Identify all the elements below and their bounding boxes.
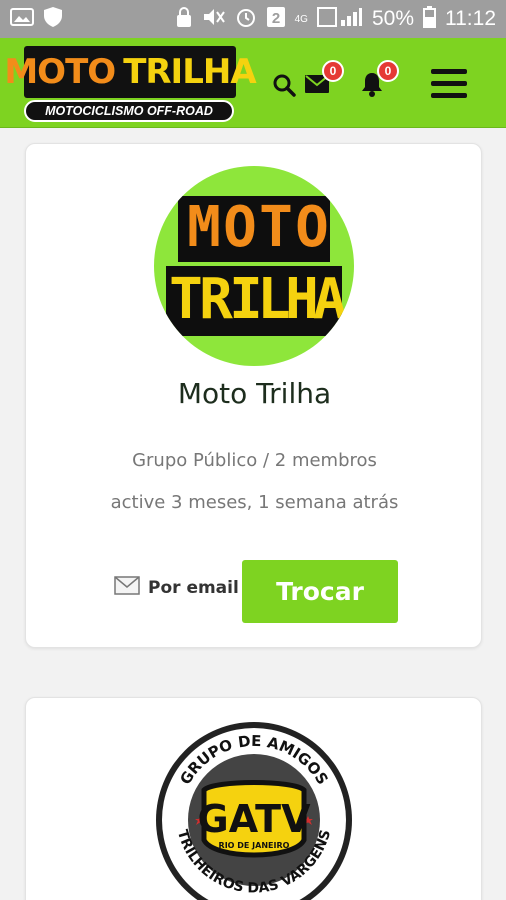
mute-icon <box>202 6 226 32</box>
gallery-notification-icon <box>10 7 34 31</box>
email-subscription[interactable]: Por email <box>114 576 239 600</box>
group-name[interactable]: Moto Trilha <box>26 377 483 410</box>
signal-strength-icon <box>316 6 363 32</box>
notifications-badge: 0 <box>377 60 399 82</box>
logo-title: MOTO TRILHA <box>4 46 257 98</box>
site-logo[interactable]: MOTO TRILHA MOTOCICLISMO OFF-ROAD <box>4 46 257 122</box>
logo-word-2: TRILHA <box>123 52 256 92</box>
sim-2-icon: 2 <box>266 6 286 32</box>
clock: 11:12 <box>445 7 496 30</box>
group-avatar[interactable]: M O T O T R I L H A <box>154 166 354 366</box>
email-label: Por email <box>148 578 239 598</box>
messages-badge: 0 <box>322 60 344 82</box>
svg-text:2: 2 <box>271 10 279 27</box>
alarm-lock-icon <box>175 6 193 32</box>
battery-percent: 50% <box>371 7 414 30</box>
gatv-emblem: GRUPO DE AMIGOS TRILHEIROS DAS VARGENS G… <box>156 722 352 900</box>
status-bar-left <box>10 6 63 32</box>
status-bar: 2 4G 50% 11:12 <box>0 0 506 38</box>
group-card: M O T O T R I L H A Moto Trilha Grupo Pú… <box>25 143 482 648</box>
battery-icon <box>423 6 436 32</box>
group-card: GRUPO DE AMIGOS TRILHEIROS DAS VARGENS G… <box>25 697 482 900</box>
logo-word-1: MOTO <box>4 52 116 92</box>
site-header: MOTO TRILHA MOTOCICLISMO OFF-ROAD 0 0 <box>0 38 506 128</box>
alarm-clock-icon <box>235 6 257 32</box>
svg-text:RIO DE JANEIRO: RIO DE JANEIRO <box>219 841 290 850</box>
network-type: 4G <box>294 13 308 25</box>
trocar-button[interactable]: Trocar <box>242 560 398 623</box>
shield-icon <box>43 6 63 32</box>
status-bar-right: 2 4G 50% 11:12 <box>175 6 496 32</box>
group-avatar[interactable]: GRUPO DE AMIGOS TRILHEIROS DAS VARGENS G… <box>154 720 354 900</box>
mail-icon <box>114 576 140 600</box>
hamburger-menu-icon[interactable] <box>430 67 468 103</box>
search-icon[interactable] <box>272 73 296 101</box>
svg-text:GATV: GATV <box>198 797 312 841</box>
group-type: Grupo Público / 2 membros <box>132 450 377 471</box>
group-activity: active 3 meses, 1 semana atrás <box>110 492 399 513</box>
logo-subtitle: MOTOCICLISMO OFF-ROAD <box>24 100 234 122</box>
